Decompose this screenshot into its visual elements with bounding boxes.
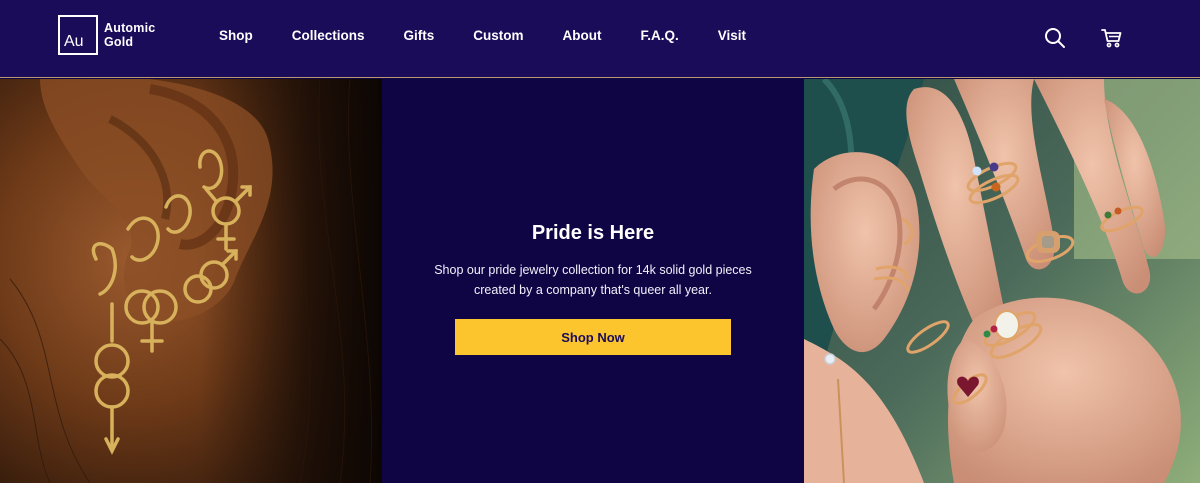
- hero-description: Shop our pride jewelry collection for 14…: [434, 263, 752, 297]
- hero-title: Pride is Here: [531, 222, 655, 244]
- nav-collections[interactable]: Collections: [292, 28, 365, 44]
- nav-gifts[interactable]: Gifts: [404, 28, 435, 44]
- search-icon: [1045, 28, 1065, 48]
- nav-visit[interactable]: Visit: [718, 28, 746, 44]
- hero-banner: Pride is Here Shop our pride jewelry col…: [0, 79, 1200, 483]
- nav-faq[interactable]: F.A.Q.: [641, 28, 679, 44]
- hero-image-earrings: [0, 79, 382, 483]
- main-nav: Shop Collections Gifts Custom About F.A.…: [219, 28, 746, 44]
- search-button[interactable]: [1043, 26, 1067, 50]
- logo-name-line2: Gold: [104, 35, 134, 49]
- hero-image-rings: [804, 79, 1200, 483]
- logo-name-line1: Automic: [104, 21, 156, 35]
- logo-symbol: Au: [64, 33, 84, 50]
- nav-shop[interactable]: Shop: [219, 28, 253, 44]
- logo-mark: Au: [58, 15, 98, 55]
- logo-wordmark: Automic Gold: [104, 21, 155, 49]
- nav-about[interactable]: About: [563, 28, 602, 44]
- logo-link[interactable]: Au Automic Gold: [58, 15, 155, 55]
- cart-icon: [1101, 29, 1122, 48]
- hero-promo: Pride is Here Shop our pride jewelry col…: [382, 79, 804, 483]
- cart-button[interactable]: [1100, 26, 1124, 50]
- site-header: Au Automic Gold Shop Collections Gifts C…: [0, 0, 1200, 78]
- shop-now-button[interactable]: Shop Now: [455, 319, 731, 355]
- nav-custom[interactable]: Custom: [473, 28, 523, 44]
